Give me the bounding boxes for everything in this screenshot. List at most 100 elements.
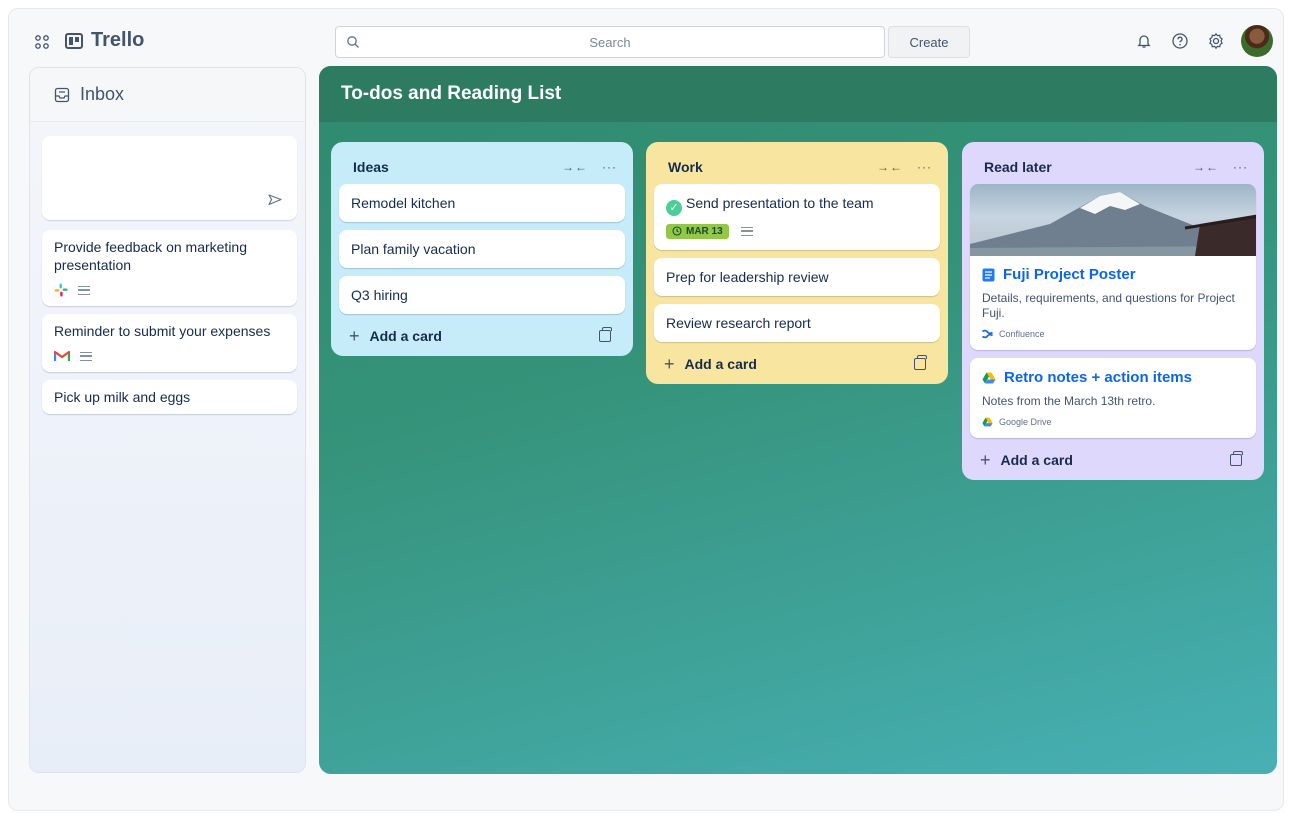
- inbox-card[interactable]: Pick up milk and eggs: [42, 380, 297, 414]
- inbox-icon: [54, 87, 70, 102]
- add-card: + Add a card: [349, 326, 442, 346]
- document-icon: [982, 268, 995, 281]
- app-name: Trello: [91, 29, 145, 51]
- avatar[interactable]: [1241, 25, 1273, 57]
- add-card-button[interactable]: + Add a card: [654, 350, 940, 374]
- help-icon[interactable]: [1169, 30, 1191, 52]
- collapse-icon[interactable]: →←: [1193, 160, 1219, 174]
- board: To-dos and Reading List Ideas →← ··· Rem…: [319, 66, 1277, 774]
- add-card-label: Add a card: [1000, 452, 1073, 468]
- card-title: Remodel kitchen: [351, 195, 456, 211]
- card[interactable]: Q3 hiring: [339, 276, 625, 314]
- collapse-icon[interactable]: →←: [877, 160, 903, 174]
- list-title[interactable]: Work: [668, 159, 703, 175]
- gear-icon[interactable]: [1205, 30, 1227, 52]
- source-label: Google Drive: [999, 417, 1052, 427]
- card[interactable]: ✓ Send presentation to the team MAR 13: [654, 184, 940, 250]
- card-badges: MAR 13: [666, 223, 928, 239]
- create-button[interactable]: Create: [888, 26, 970, 58]
- more-icon[interactable]: ···: [917, 160, 932, 174]
- list-ideas: Ideas →← ··· Remodel kitchen Plan family…: [331, 142, 633, 356]
- more-icon[interactable]: ···: [602, 160, 617, 174]
- clock-icon: [672, 226, 682, 236]
- description-icon: [78, 285, 90, 295]
- link-card-title: Retro notes + action items: [982, 369, 1244, 386]
- description-icon: [80, 351, 92, 361]
- card-description: Notes from the March 13th retro.: [982, 394, 1156, 408]
- template-icon[interactable]: [599, 327, 612, 342]
- board-header: To-dos and Reading List: [319, 66, 1277, 122]
- inbox-panel: Inbox Provide feedback on marketing pres…: [29, 67, 306, 773]
- apps-grid-icon[interactable]: [35, 35, 49, 49]
- list-title[interactable]: Ideas: [353, 159, 389, 175]
- list-header: Work →← ···: [654, 150, 940, 184]
- list-title[interactable]: Read later: [984, 159, 1052, 175]
- app-window: Trello Search Create Inbox Provide feedb…: [8, 8, 1284, 811]
- card-title: Fuji Project Poster: [1003, 266, 1136, 283]
- inbox-header: Inbox: [30, 68, 305, 122]
- plus-icon: +: [980, 450, 991, 470]
- collapse-icon[interactable]: →←: [562, 160, 588, 174]
- list-header: Read later →← ···: [970, 150, 1256, 184]
- plus-icon: +: [349, 326, 360, 346]
- card[interactable]: Prep for leadership review: [654, 257, 940, 296]
- check-circle-icon[interactable]: ✓: [666, 199, 682, 216]
- inbox-card[interactable]: Provide feedback on marketing presentati…: [42, 230, 297, 306]
- description-icon: [740, 226, 753, 236]
- bell-icon[interactable]: [1133, 30, 1155, 52]
- card[interactable]: Plan family vacation: [339, 230, 625, 268]
- list-header: Ideas →← ···: [339, 150, 625, 184]
- list-actions: →← ···: [562, 160, 617, 174]
- card[interactable]: Review research report: [654, 303, 940, 342]
- inbox-compose-input[interactable]: [42, 136, 297, 220]
- card-source: Google Drive: [982, 417, 1244, 427]
- add-card-button[interactable]: + Add a card: [339, 322, 625, 346]
- card-badges: [54, 348, 285, 364]
- card[interactable]: Remodel kitchen: [339, 184, 625, 222]
- template-icon[interactable]: [914, 354, 927, 370]
- card-description: Details, requirements, and questions for…: [982, 291, 1235, 320]
- card-cover-image: [970, 184, 1256, 256]
- trello-logo[interactable]: Trello: [65, 29, 144, 52]
- google-drive-icon: [982, 372, 996, 383]
- list-read-later: Read later →← ··· Fuji Project Poster De…: [962, 142, 1264, 480]
- add-card: + Add a card: [980, 450, 1073, 470]
- board-title[interactable]: To-dos and Reading List: [341, 83, 561, 105]
- add-card-label: Add a card: [369, 328, 442, 344]
- inbox-card-title: Pick up milk and eggs: [54, 389, 191, 405]
- card-title: Prep for leadership review: [666, 268, 829, 285]
- card[interactable]: Fuji Project Poster Details, requirement…: [970, 184, 1256, 350]
- list-actions: →← ···: [877, 160, 932, 174]
- confluence-icon: [982, 329, 993, 339]
- inbox-card[interactable]: Reminder to submit your expenses: [42, 314, 297, 372]
- card-source: Confluence: [982, 329, 1244, 339]
- header-actions: [1133, 25, 1273, 57]
- card-title: Send presentation to the team: [686, 195, 874, 211]
- more-icon[interactable]: ···: [1233, 160, 1248, 174]
- search-placeholder: Search: [589, 34, 631, 50]
- bottom-bar: [9, 780, 1283, 810]
- card[interactable]: Retro notes + action items Notes from th…: [970, 358, 1256, 438]
- card-badges: [54, 282, 285, 298]
- card-title-row: ✓ Send presentation to the team: [666, 195, 928, 216]
- link-card-title: Fuji Project Poster: [982, 266, 1244, 283]
- search-input[interactable]: Search: [335, 26, 885, 58]
- add-card-button[interactable]: + Add a card: [970, 446, 1256, 470]
- gmail-icon: [54, 350, 70, 361]
- due-date-badge[interactable]: MAR 13: [666, 223, 729, 239]
- mountain-image: [970, 192, 1256, 256]
- card-title: Review research report: [666, 314, 811, 331]
- inbox-title: Inbox: [80, 84, 125, 104]
- source-label: Confluence: [999, 329, 1045, 339]
- top-bar: Trello Search Create: [9, 9, 1283, 65]
- due-date-text: MAR 13: [686, 225, 723, 237]
- slack-icon: [54, 283, 68, 297]
- plus-icon: +: [664, 353, 675, 374]
- list-work: Work →← ··· ✓ Send presentation to the te…: [646, 142, 948, 384]
- template-icon[interactable]: [1230, 451, 1243, 466]
- add-card: + Add a card: [664, 353, 757, 374]
- send-icon[interactable]: [267, 192, 283, 208]
- card-title: Retro notes + action items: [1004, 369, 1192, 386]
- card-title: Plan family vacation: [351, 241, 476, 257]
- trello-board-icon: [65, 32, 83, 49]
